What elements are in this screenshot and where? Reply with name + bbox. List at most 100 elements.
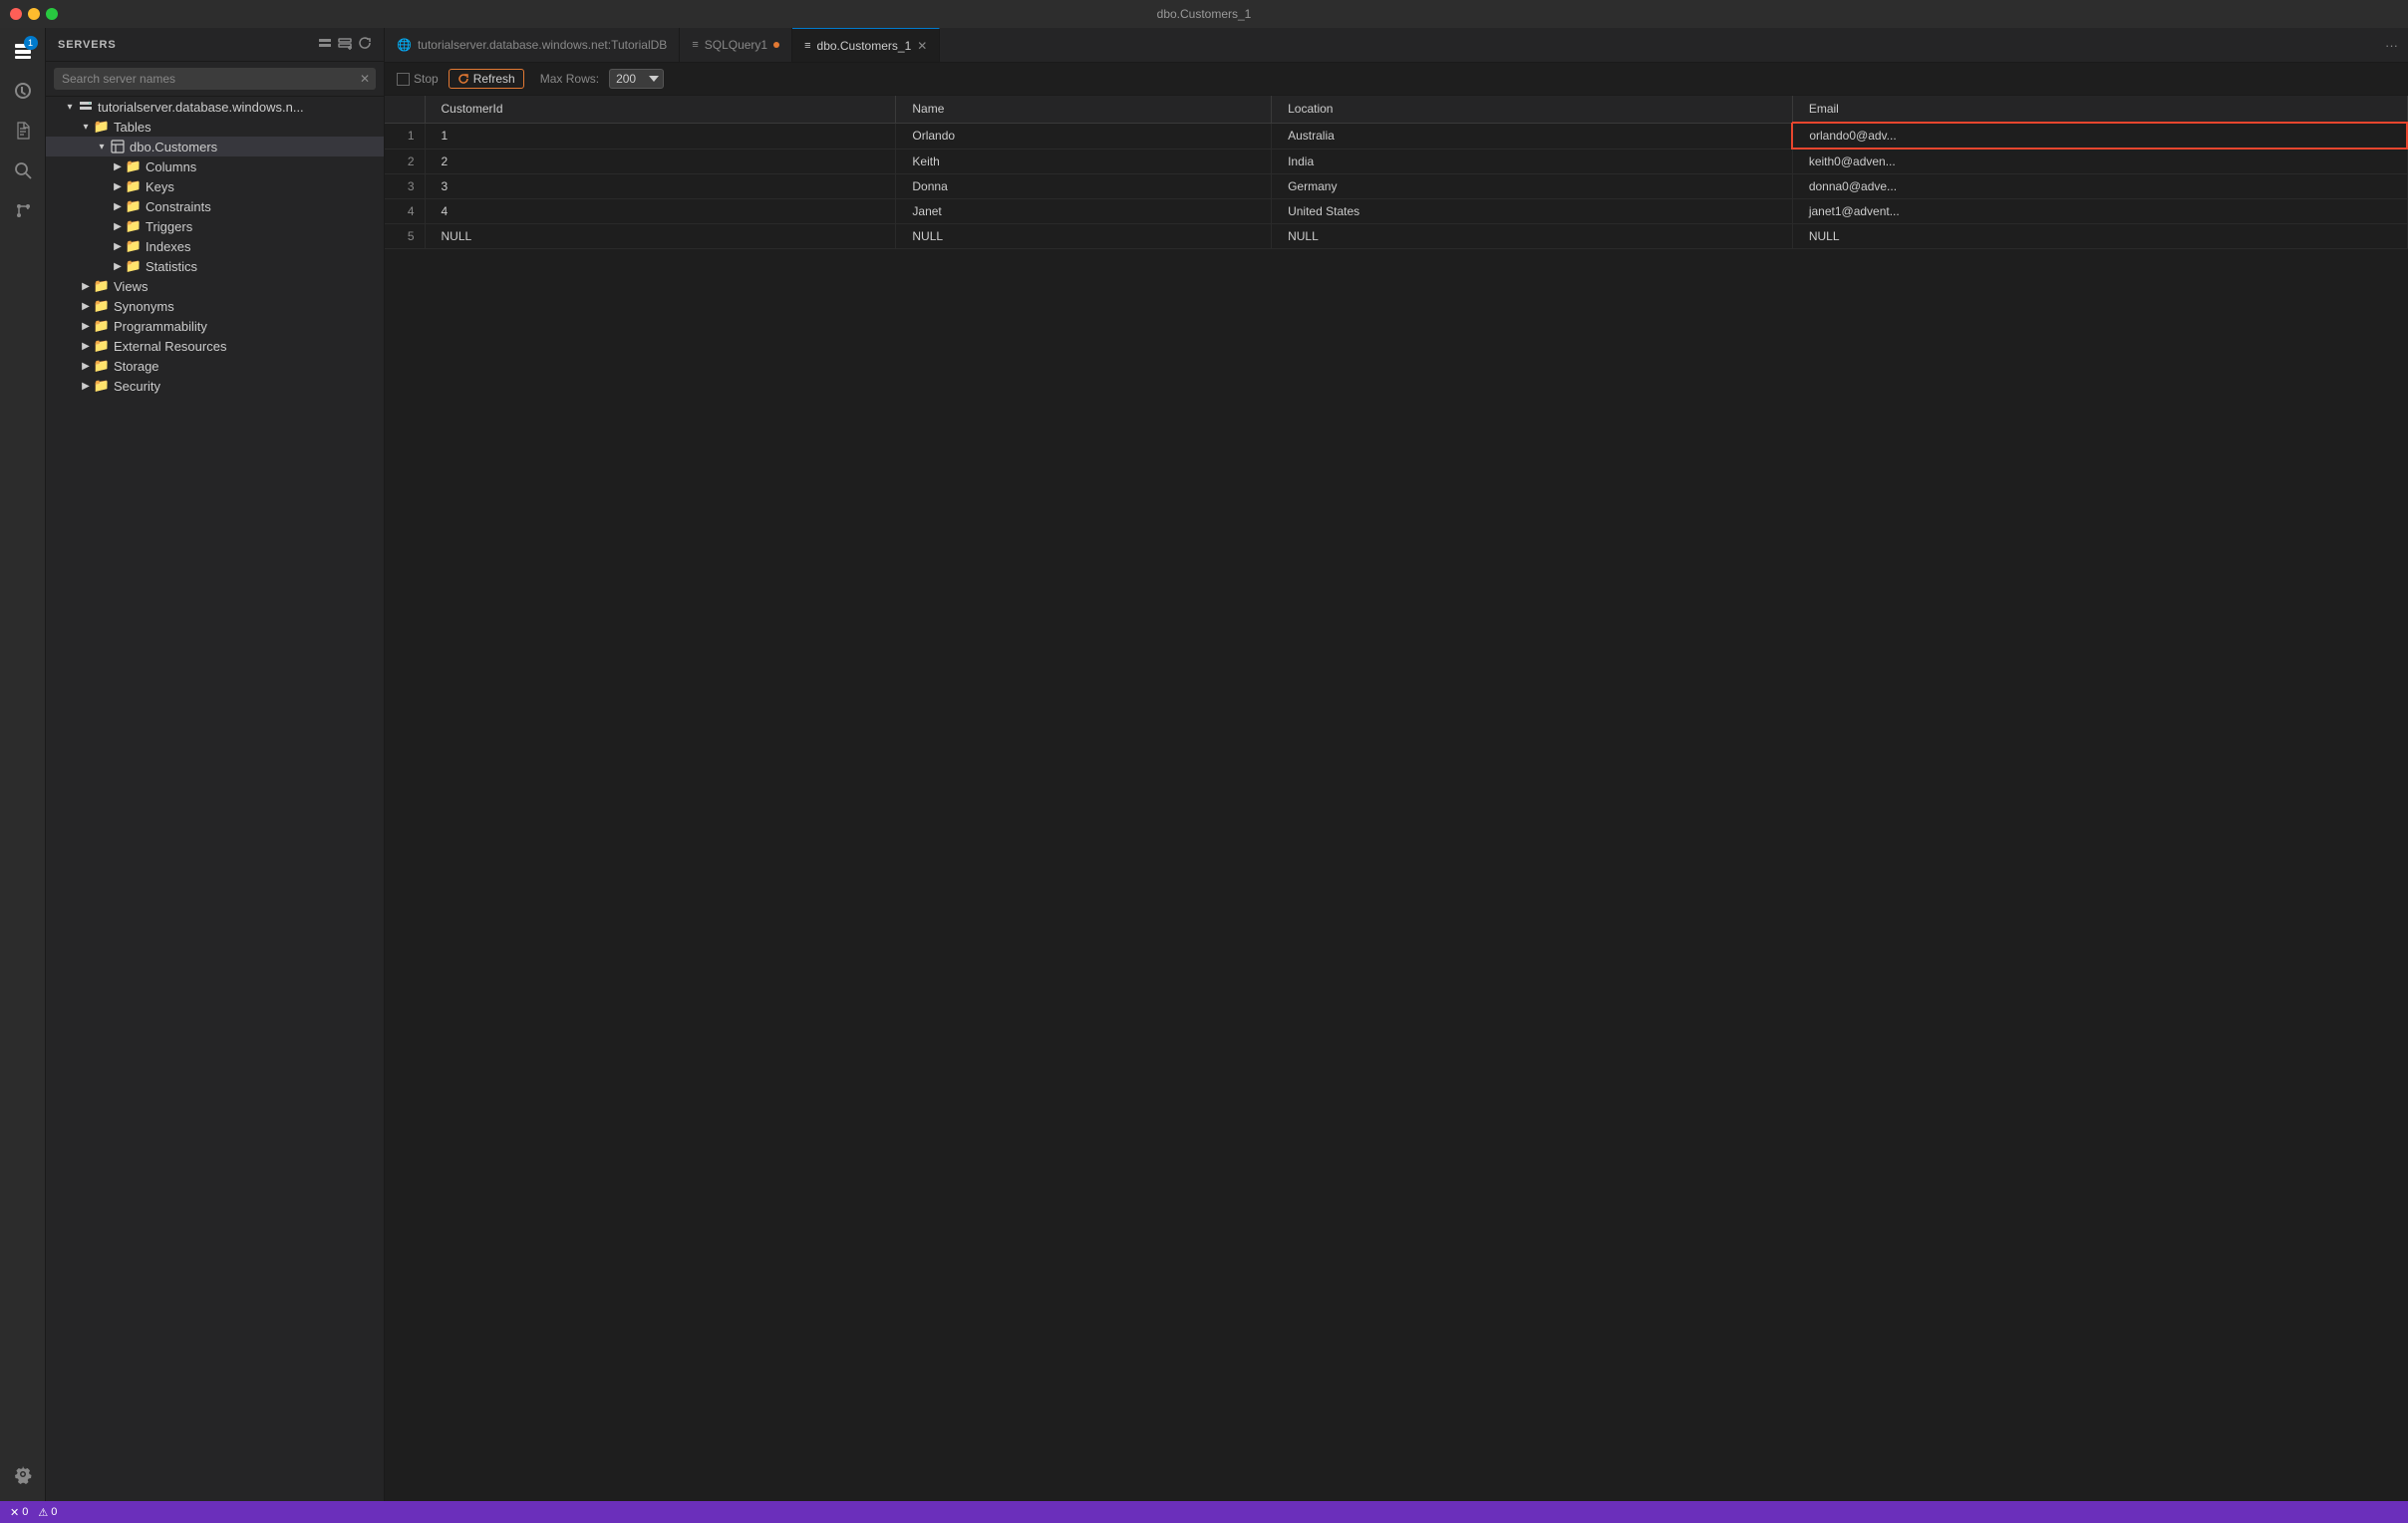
search-input[interactable]	[54, 68, 376, 90]
stop-checkbox[interactable]	[397, 73, 410, 86]
settings-icon[interactable]	[4, 1455, 42, 1493]
table-row: 3 3 Donna Germany donna0@adve...	[385, 174, 2407, 199]
refresh-servers-icon[interactable]	[358, 36, 372, 53]
tree-item-keys[interactable]: ▶ 📁 Keys	[46, 176, 384, 196]
server-tab-label: tutorialserver.database.windows.net:Tuto…	[418, 38, 667, 52]
tree-item-indexes[interactable]: ▶ 📁 Indexes	[46, 236, 384, 256]
tree-item-statistics[interactable]: ▶ 📁 Statistics	[46, 256, 384, 276]
arrow-statistics: ▶	[110, 258, 126, 274]
table-row: 1 1 Orlando Australia orlando0@adv...	[385, 123, 2407, 149]
cell-email-1[interactable]: orlando0@adv...	[1792, 123, 2407, 149]
results-table: CustomerId Name Location Email 1 1 Orlan…	[385, 96, 2408, 249]
tables-label: Tables	[114, 120, 151, 135]
tree-item-columns[interactable]: ▶ 📁 Columns	[46, 156, 384, 176]
col-header-location: Location	[1272, 96, 1793, 123]
cell-customerid-4: 4	[425, 199, 896, 224]
tree-item-external-resources[interactable]: ▶ 📁 External Resources	[46, 336, 384, 356]
sidebar-item-history[interactable]	[4, 72, 42, 110]
synonyms-folder-icon: 📁	[94, 298, 110, 314]
new-connection-icon[interactable]	[318, 36, 332, 53]
refresh-button[interactable]: Refresh	[449, 69, 524, 89]
row-num-1: 1	[385, 123, 425, 149]
columns-label: Columns	[146, 159, 196, 174]
cell-name-4: Janet	[896, 199, 1272, 224]
maximize-button[interactable]	[46, 8, 58, 20]
tree-item-tables[interactable]: ▾ 📁 Tables	[46, 117, 384, 137]
security-label: Security	[114, 379, 160, 394]
arrow-server: ▾	[62, 99, 78, 115]
main-content: 🌐 tutorialserver.database.windows.net:Tu…	[385, 28, 2408, 1501]
sidebar-item-servers[interactable]: 1	[4, 32, 42, 70]
columns-folder-icon: 📁	[126, 158, 142, 174]
arrow-programmability: ▶	[78, 318, 94, 334]
cell-customerid-3: 3	[425, 174, 896, 199]
tree-item-triggers[interactable]: ▶ 📁 Triggers	[46, 216, 384, 236]
tab-unsaved-indicator	[773, 42, 779, 48]
tree-item-security[interactable]: ▶ 📁 Security	[46, 376, 384, 396]
close-button[interactable]	[10, 8, 22, 20]
minimize-button[interactable]	[28, 8, 40, 20]
row-num-5: 5	[385, 224, 425, 249]
arrow-views: ▶	[78, 278, 94, 294]
clear-search-icon[interactable]: ✕	[360, 72, 370, 86]
sidebar-item-git[interactable]	[4, 191, 42, 229]
views-label: Views	[114, 279, 148, 294]
error-status: ✕ 0	[10, 1506, 28, 1519]
status-bar: ✕ 0 ⚠ 0	[0, 1501, 2408, 1523]
error-count: 0	[22, 1506, 28, 1518]
add-server-icon[interactable]	[338, 36, 352, 53]
cell-email-5: NULL	[1792, 224, 2407, 249]
sidebar-search: ✕	[46, 62, 384, 97]
refresh-label: Refresh	[473, 72, 515, 86]
sidebar-item-search[interactable]	[4, 152, 42, 189]
tab-sqlquery1-label: SQLQuery1	[705, 38, 767, 52]
arrow-columns: ▶	[110, 158, 126, 174]
tree-item-server[interactable]: ▾ tutorialserver.database.windows.n...	[46, 97, 384, 117]
programmability-folder-icon: 📁	[94, 318, 110, 334]
stop-label[interactable]: Stop	[397, 72, 439, 86]
table-tab-icon: ≡	[804, 40, 810, 52]
tree-item-storage[interactable]: ▶ 📁 Storage	[46, 356, 384, 376]
cell-email-4: janet1@advent...	[1792, 199, 2407, 224]
max-rows-label: Max Rows:	[540, 72, 599, 86]
titlebar: dbo.Customers_1	[0, 0, 2408, 28]
col-header-name: Name	[896, 96, 1272, 123]
synonyms-label: Synonyms	[114, 299, 174, 314]
tab-sqlquery1[interactable]: ≡ SQLQuery1	[680, 28, 792, 63]
programmability-label: Programmability	[114, 319, 207, 334]
external-resources-folder-icon: 📁	[94, 338, 110, 354]
sidebar-item-documents[interactable]	[4, 112, 42, 150]
tree-item-dbo-customers[interactable]: ▾ dbo.Customers	[46, 137, 384, 156]
security-folder-icon: 📁	[94, 378, 110, 394]
external-resources-label: External Resources	[114, 339, 226, 354]
tab-server[interactable]: 🌐 tutorialserver.database.windows.net:Tu…	[385, 28, 680, 63]
arrow-triggers: ▶	[110, 218, 126, 234]
tab-overflow-button[interactable]: ···	[2375, 38, 2408, 53]
servers-badge: 1	[24, 36, 38, 50]
tree-item-programmability[interactable]: ▶ 📁 Programmability	[46, 316, 384, 336]
arrow-keys: ▶	[110, 178, 126, 194]
statistics-label: Statistics	[146, 259, 197, 274]
row-num-4: 4	[385, 199, 425, 224]
tab-close-button[interactable]: ✕	[917, 39, 927, 53]
tree-item-synonyms[interactable]: ▶ 📁 Synonyms	[46, 296, 384, 316]
arrow-storage: ▶	[78, 358, 94, 374]
cell-location-4: United States	[1272, 199, 1793, 224]
max-rows-select[interactable]: 100 200 500 1000 5000	[609, 69, 664, 89]
table-row: 2 2 Keith India keith0@adven...	[385, 149, 2407, 174]
keys-label: Keys	[146, 179, 174, 194]
warning-status: ⚠ 0	[38, 1506, 57, 1519]
tab-customers[interactable]: ≡ dbo.Customers_1 ✕	[792, 28, 940, 63]
arrow-tables: ▾	[78, 119, 94, 135]
cell-email-2: keith0@adven...	[1792, 149, 2407, 174]
cell-name-3: Donna	[896, 174, 1272, 199]
tree-item-views[interactable]: ▶ 📁 Views	[46, 276, 384, 296]
arrow-external-resources: ▶	[78, 338, 94, 354]
cell-name-2: Keith	[896, 149, 1272, 174]
tables-folder-icon: 📁	[94, 119, 110, 135]
col-header-email: Email	[1792, 96, 2407, 123]
triggers-label: Triggers	[146, 219, 192, 234]
cell-customerid-5: NULL	[425, 224, 896, 249]
tree-item-constraints[interactable]: ▶ 📁 Constraints	[46, 196, 384, 216]
dbo-customers-label: dbo.Customers	[130, 140, 217, 154]
